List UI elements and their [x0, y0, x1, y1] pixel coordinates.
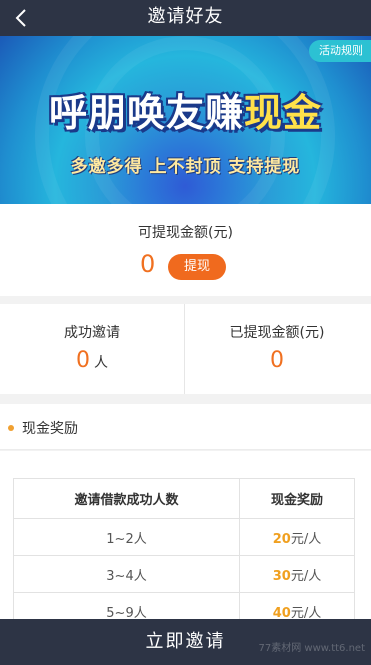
withdrawable-amount: 0	[140, 250, 156, 278]
invited-count-stat: 成功邀请 0人	[0, 304, 184, 394]
range-cell: 1~2人	[13, 518, 240, 556]
invited-count-number: 0	[76, 348, 90, 373]
reward-unit: 元/人	[290, 568, 322, 584]
banner-subline: 多邀多得 上不封顶 支持提现	[70, 157, 301, 177]
header-invite-count: 邀请借款成功人数	[13, 478, 240, 519]
withdrawable-label: 可提现金额(元)	[138, 225, 233, 241]
bullet-dot-icon	[8, 425, 14, 431]
invited-count-label: 成功邀请	[64, 325, 120, 341]
promo-banner: 活动规则 呼朋唤友赚现金 多邀多得 上不封顶 支持提现	[0, 36, 371, 204]
reward-table: 邀请借款成功人数 现金奖励 1~2人 20元/人 3~4人 30元/人 5~9人…	[13, 478, 355, 630]
reward-table-header-row: 邀请借款成功人数 现金奖励	[13, 478, 355, 519]
table-row: 3~4人 30元/人	[13, 555, 355, 593]
banner-headline-part1: 呼朋唤友赚	[48, 91, 244, 135]
activity-rules-button[interactable]: 活动规则	[309, 40, 371, 62]
invited-count-value: 0人	[0, 348, 184, 373]
banner-headline-part2: 现金	[244, 91, 323, 135]
withdraw-button[interactable]: 提现	[168, 254, 226, 280]
banner-headline: 呼朋唤友赚现金	[0, 82, 371, 137]
withdrawn-amount-label: 已提现金额(元)	[229, 325, 325, 341]
page-title: 邀请好友	[147, 6, 224, 27]
invited-count-unit: 人	[94, 355, 108, 371]
reward-amount: 30	[272, 568, 291, 584]
invite-stats: 成功邀请 0人 已提现金额(元) 0	[0, 304, 371, 394]
withdrawn-amount-value: 0	[270, 348, 284, 373]
page: 邀请好友 活动规则 呼朋唤友赚现金 多邀多得 上不封顶 支持提现 可提现金额(元…	[0, 0, 371, 665]
withdrawn-amount-stat: 已提现金额(元) 0	[185, 304, 369, 394]
cash-reward-heading: 现金奖励	[0, 404, 371, 450]
top-nav-bar: 邀请好友	[0, 0, 371, 36]
watermark: 77素材网 www.tt6.net	[258, 643, 366, 654]
cash-reward-title: 现金奖励	[22, 421, 78, 437]
table-row: 1~2人 20元/人	[13, 518, 355, 556]
header-cash-reward: 现金奖励	[239, 478, 355, 519]
withdraw-section: 可提现金额(元) 0 提现	[0, 204, 371, 296]
reward-unit: 元/人	[290, 531, 322, 547]
reward-cell: 30元/人	[239, 555, 355, 593]
reward-amount: 20	[272, 531, 291, 547]
reward-cell: 20元/人	[239, 518, 355, 556]
range-cell: 3~4人	[13, 555, 240, 593]
